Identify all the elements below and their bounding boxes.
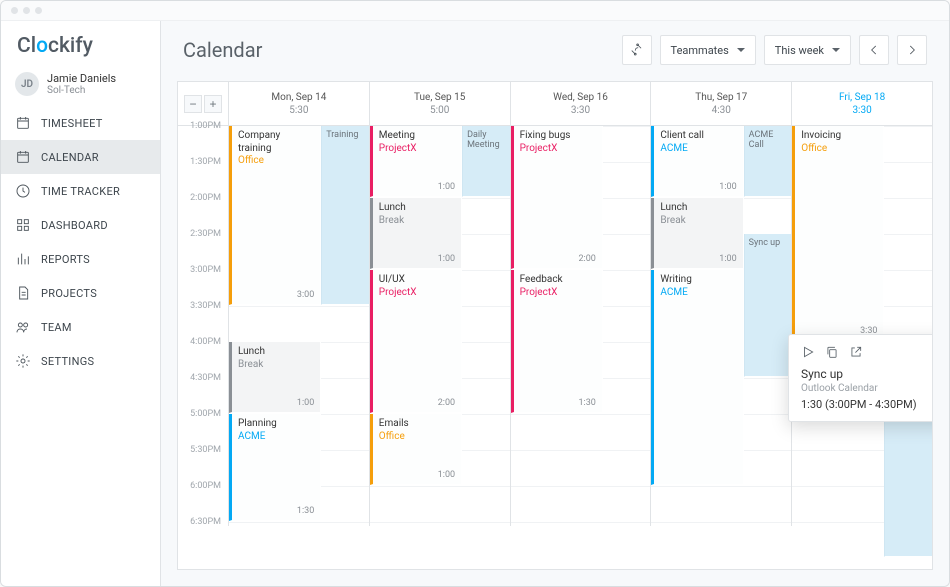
day-column[interactable]: Sync up ACME CallClient callACME1:00Lunch… <box>650 126 791 526</box>
sidebar-item-label: TIMESHEET <box>41 117 103 130</box>
copy-icon[interactable] <box>825 345 839 359</box>
popup-duration: 1:30 (3:00PM - 4:30PM) <box>801 398 933 411</box>
clock-icon <box>15 183 31 199</box>
day-header: Mon, Sep 145:30 <box>228 82 369 125</box>
sidebar-item-label: DASHBOARD <box>41 219 108 232</box>
calendar-icon <box>15 149 31 165</box>
sidebar: Clockify JD Jamie Daniels Sol-Tech TIMES… <box>1 21 161 586</box>
chevron-down-icon <box>832 48 840 52</box>
sidebar-item-time-tracker[interactable]: TIME TRACKER <box>1 174 160 208</box>
window-titlebar <box>1 1 949 21</box>
day-header: Thu, Sep 174:30 <box>650 82 791 125</box>
calendar-icon <box>15 115 31 131</box>
brand-logo: Clockify <box>1 21 160 68</box>
sidebar-item-calendar[interactable]: CALENDAR <box>1 140 160 174</box>
calendar-grid: − + Mon, Sep 145:30Tue, Sep 155:00Wed, S… <box>177 81 933 570</box>
day-header: Wed, Sep 163:30 <box>510 82 651 125</box>
doc-icon <box>15 285 31 301</box>
calendar-event[interactable]: WritingACME <box>651 270 743 485</box>
calendar-event[interactable]: InvoicingOffice3:30 <box>792 126 884 341</box>
user-org: Sol-Tech <box>47 85 116 96</box>
teammates-label: Teammates <box>671 44 729 57</box>
time-label: 2:00PM <box>178 193 227 229</box>
filter-button[interactable] <box>622 35 652 65</box>
range-dropdown[interactable]: This week <box>764 35 851 65</box>
play-icon[interactable] <box>801 345 815 359</box>
sidebar-item-dashboard[interactable]: DASHBOARD <box>1 208 160 242</box>
sidebar-item-settings[interactable]: SETTINGS <box>1 344 160 378</box>
user-name: Jamie Daniels <box>47 72 116 85</box>
zoom-out-button[interactable]: − <box>184 95 202 113</box>
sidebar-item-label: SETTINGS <box>41 355 94 368</box>
time-label: 4:00PM <box>178 337 227 373</box>
calendar-event[interactable]: LunchBreak1:00 <box>651 198 743 269</box>
day-column[interactable]: TrainingCompany trainingOffice3:00 LunchB… <box>228 126 369 526</box>
range-label: This week <box>775 44 824 57</box>
time-label: 3:30PM <box>178 301 227 337</box>
background-event[interactable]: Training <box>321 126 369 305</box>
sidebar-item-label: TEAM <box>41 321 72 334</box>
time-label: 4:30PM <box>178 373 227 409</box>
calendar-event[interactable]: FeedbackProjectX1:30 <box>511 270 603 413</box>
popup-source: Outlook Calendar <box>801 383 933 394</box>
background-event[interactable]: Sync up <box>744 234 792 377</box>
background-event[interactable]: Daily Meeting <box>462 126 510 197</box>
grid-icon <box>15 217 31 233</box>
chevron-down-icon <box>737 48 745 52</box>
sidebar-item-reports[interactable]: REPORTS <box>1 242 160 276</box>
day-column[interactable]: Daily MeetingMeetingProjectX1:00LunchBre… <box>369 126 510 526</box>
sidebar-item-timesheet[interactable]: TIMESHEET <box>1 106 160 140</box>
day-header: Tue, Sep 155:00 <box>369 82 510 125</box>
day-column[interactable]: Fixing bugsProjectX2:00FeedbackProjectX1… <box>510 126 651 526</box>
calendar-event[interactable]: UI/UXProjectX2:00 <box>370 270 462 413</box>
day-column[interactable]: Meeting with Client XInvoicingOffice3:30 <box>791 126 932 526</box>
time-label: 1:30PM <box>178 157 227 193</box>
day-header: Fri, Sep 183:30 <box>791 82 932 125</box>
filter-icon <box>630 43 644 57</box>
users-icon <box>15 319 31 335</box>
calendar-event[interactable]: Fixing bugsProjectX2:00 <box>511 126 603 269</box>
user-block[interactable]: JD Jamie Daniels Sol-Tech <box>1 68 160 106</box>
teammates-dropdown[interactable]: Teammates <box>660 35 756 65</box>
bars-icon <box>15 251 31 267</box>
sidebar-item-label: PROJECTS <box>41 287 97 300</box>
sidebar-item-team[interactable]: TEAM <box>1 310 160 344</box>
avatar: JD <box>15 72 39 96</box>
time-label: 3:00PM <box>178 265 227 301</box>
calendar-event[interactable]: PlanningACME1:30 <box>229 414 321 521</box>
gear-icon <box>15 353 31 369</box>
calendar-event[interactable]: LunchBreak1:00 <box>370 198 462 269</box>
time-label: 1:00PM <box>178 121 227 157</box>
chevron-right-icon <box>905 43 919 57</box>
time-label: 6:00PM <box>178 481 227 517</box>
time-label: 6:30PM <box>178 517 227 553</box>
sidebar-item-label: TIME TRACKER <box>41 185 120 198</box>
sidebar-item-label: CALENDAR <box>41 151 99 164</box>
calendar-event[interactable]: Client callACME1:00 <box>651 126 743 197</box>
calendar-event[interactable]: Company trainingOffice3:00 <box>229 126 321 305</box>
sidebar-item-label: REPORTS <box>41 253 90 266</box>
prev-button[interactable] <box>859 35 889 65</box>
calendar-event[interactable]: LunchBreak1:00 <box>229 342 321 413</box>
event-popup: Sync up Outlook Calendar 1:30 (3:00PM - … <box>788 334 933 422</box>
popup-title: Sync up <box>801 367 933 381</box>
background-event[interactable]: ACME Call <box>744 126 792 197</box>
zoom-in-button[interactable]: + <box>204 95 222 113</box>
calendar-event[interactable]: MeetingProjectX1:00 <box>370 126 462 197</box>
chevron-left-icon <box>867 43 881 57</box>
page-title: Calendar <box>183 38 262 62</box>
time-label: 5:00PM <box>178 409 227 445</box>
time-label: 5:30PM <box>178 445 227 481</box>
open-icon[interactable] <box>849 345 863 359</box>
next-button[interactable] <box>897 35 927 65</box>
sidebar-item-projects[interactable]: PROJECTS <box>1 276 160 310</box>
time-label: 2:30PM <box>178 229 227 265</box>
calendar-event[interactable]: EmailsOffice1:00 <box>370 414 462 485</box>
